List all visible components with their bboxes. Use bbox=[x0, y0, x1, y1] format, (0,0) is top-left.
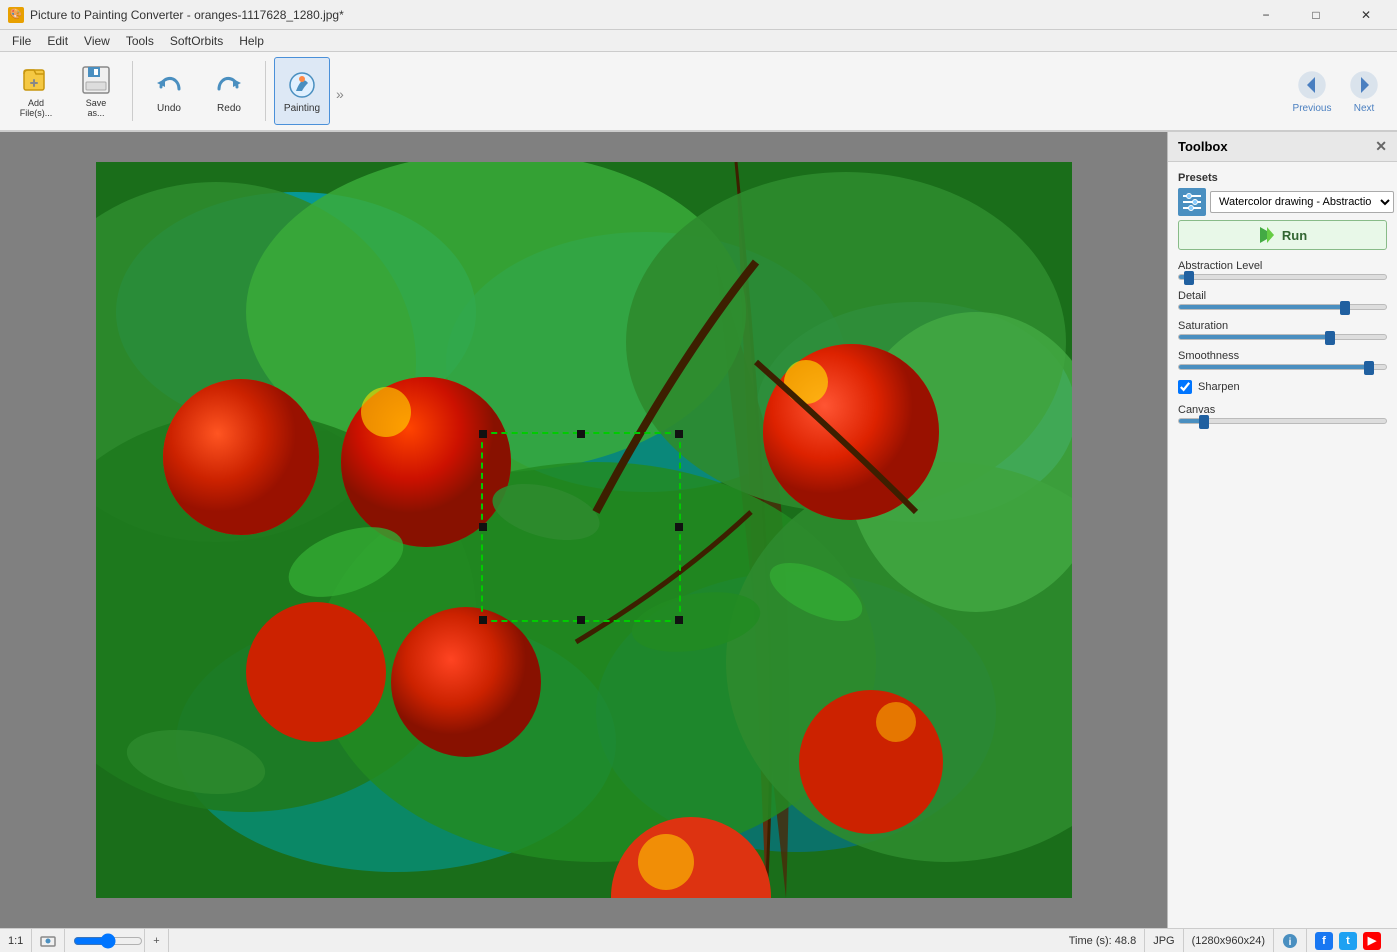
saturation-slider[interactable] bbox=[1178, 334, 1387, 340]
twitter-icon[interactable]: t bbox=[1339, 932, 1357, 950]
zoom-ratio: 1:1 bbox=[8, 929, 32, 952]
detail-label: Detail bbox=[1178, 290, 1387, 302]
status-bar: 1:1 + Time (s): 48.8 JPG (1280x960x24) i… bbox=[0, 928, 1397, 952]
toolbox-body: Presets Watercolor drawing - A bbox=[1168, 162, 1397, 434]
info-icon[interactable]: i bbox=[1274, 929, 1307, 952]
facebook-icon[interactable]: f bbox=[1315, 932, 1333, 950]
saturation-slider-container: Saturation bbox=[1178, 320, 1387, 340]
detail-slider[interactable] bbox=[1178, 304, 1387, 310]
previous-button[interactable]: Previous bbox=[1287, 56, 1337, 128]
smoothness-slider[interactable] bbox=[1178, 364, 1387, 370]
undo-label: Undo bbox=[157, 103, 181, 114]
toolbox-title: Toolbox bbox=[1178, 139, 1228, 154]
menu-edit[interactable]: Edit bbox=[39, 32, 76, 50]
abstraction-slider-container: Abstraction Level bbox=[1178, 260, 1387, 280]
next-button[interactable]: Next bbox=[1339, 56, 1389, 128]
canvas-slider[interactable] bbox=[1178, 418, 1387, 424]
sharpen-checkbox[interactable] bbox=[1178, 380, 1192, 394]
toolbar-expand[interactable]: » bbox=[336, 86, 344, 102]
add-files-button[interactable]: AddFile(s)... bbox=[8, 57, 64, 125]
separator-1 bbox=[132, 61, 133, 121]
painting-button[interactable]: Painting bbox=[274, 57, 330, 125]
painted-canvas[interactable] bbox=[96, 162, 1072, 898]
smoothness-thumb[interactable] bbox=[1364, 361, 1374, 375]
toolbox-header: Toolbox ✕ bbox=[1168, 132, 1397, 162]
main-content: Toolbox ✕ Presets bbox=[0, 132, 1397, 928]
time-display: Time (s): 48.8 bbox=[1061, 929, 1145, 952]
canvas-label: Canvas bbox=[1178, 404, 1387, 416]
title-bar: 🎨 Picture to Painting Converter - orange… bbox=[0, 0, 1397, 30]
add-files-icon bbox=[20, 64, 52, 96]
presets-select[interactable]: Watercolor drawing - Abstractio bbox=[1210, 191, 1394, 213]
painting-icon bbox=[286, 69, 318, 101]
zoom-slider-container[interactable] bbox=[65, 929, 145, 952]
toolbox-close-icon[interactable]: ✕ bbox=[1375, 138, 1387, 155]
menu-tools[interactable]: Tools bbox=[118, 32, 162, 50]
separator-2 bbox=[265, 61, 266, 121]
menu-help[interactable]: Help bbox=[231, 32, 272, 50]
toolbar: AddFile(s)... Saveas... Undo bbox=[0, 52, 1397, 132]
save-as-icon bbox=[80, 64, 112, 96]
menu-softorbits[interactable]: SoftOrbits bbox=[162, 32, 231, 50]
undo-icon bbox=[153, 69, 185, 101]
presets-label: Presets bbox=[1178, 172, 1387, 184]
menu-file[interactable]: File bbox=[4, 32, 39, 50]
run-button[interactable]: Run bbox=[1178, 220, 1387, 250]
canvas-slider-container: Canvas bbox=[1178, 404, 1387, 424]
nav-buttons: Previous Next bbox=[1287, 52, 1389, 132]
saturation-label: Saturation bbox=[1178, 320, 1387, 332]
presets-row: Watercolor drawing - Abstractio bbox=[1178, 188, 1387, 216]
saturation-thumb[interactable] bbox=[1325, 331, 1335, 345]
sharpen-label[interactable]: Sharpen bbox=[1198, 381, 1240, 393]
redo-label: Redo bbox=[217, 103, 241, 114]
social-icons: f t ▶ bbox=[1307, 932, 1389, 950]
canvas-thumb[interactable] bbox=[1199, 415, 1209, 429]
toolbox-panel: Toolbox ✕ Presets bbox=[1167, 132, 1397, 928]
dimensions-display: (1280x960x24) bbox=[1184, 929, 1274, 952]
abstraction-label: Abstraction Level bbox=[1178, 260, 1387, 272]
smoothness-slider-container: Smoothness bbox=[1178, 350, 1387, 370]
presets-section: Presets Watercolor drawing - A bbox=[1178, 172, 1387, 250]
presets-icon bbox=[1178, 188, 1206, 216]
add-files-label: AddFile(s)... bbox=[20, 98, 53, 118]
redo-button[interactable]: Redo bbox=[201, 57, 257, 125]
previous-label: Previous bbox=[1293, 103, 1332, 114]
youtube-icon[interactable]: ▶ bbox=[1363, 932, 1381, 950]
canvas-area[interactable] bbox=[0, 132, 1167, 928]
detail-fill bbox=[1179, 305, 1345, 309]
svg-text:i: i bbox=[1289, 937, 1292, 948]
save-as-button[interactable]: Saveas... bbox=[68, 57, 124, 125]
painting-svg bbox=[96, 162, 1072, 898]
app-icon: 🎨 bbox=[8, 7, 24, 23]
menu-view[interactable]: View bbox=[76, 32, 118, 50]
next-label: Next bbox=[1354, 103, 1375, 114]
smoothness-fill bbox=[1179, 365, 1369, 369]
minimize-button[interactable]: − bbox=[1243, 0, 1289, 30]
undo-button[interactable]: Undo bbox=[141, 57, 197, 125]
abstraction-thumb[interactable] bbox=[1184, 271, 1194, 285]
menu-bar: File Edit View Tools SoftOrbits Help bbox=[0, 30, 1397, 52]
detail-slider-container: Detail bbox=[1178, 290, 1387, 310]
run-label: Run bbox=[1282, 228, 1307, 243]
detail-thumb[interactable] bbox=[1340, 301, 1350, 315]
maximize-button[interactable]: □ bbox=[1293, 0, 1339, 30]
redo-icon bbox=[213, 69, 245, 101]
save-as-label: Saveas... bbox=[86, 98, 107, 118]
format-display: JPG bbox=[1145, 929, 1183, 952]
smoothness-label: Smoothness bbox=[1178, 350, 1387, 362]
zoom-plus-icon[interactable]: + bbox=[145, 929, 168, 952]
window-title: Picture to Painting Converter - oranges-… bbox=[30, 8, 1243, 22]
zoom-view-icon[interactable] bbox=[32, 929, 65, 952]
abstraction-slider[interactable] bbox=[1178, 274, 1387, 280]
painting-label: Painting bbox=[284, 103, 320, 114]
close-button[interactable]: ✕ bbox=[1343, 0, 1389, 30]
saturation-fill bbox=[1179, 335, 1330, 339]
zoom-slider[interactable] bbox=[73, 933, 143, 949]
sharpen-row: Sharpen bbox=[1178, 380, 1387, 394]
